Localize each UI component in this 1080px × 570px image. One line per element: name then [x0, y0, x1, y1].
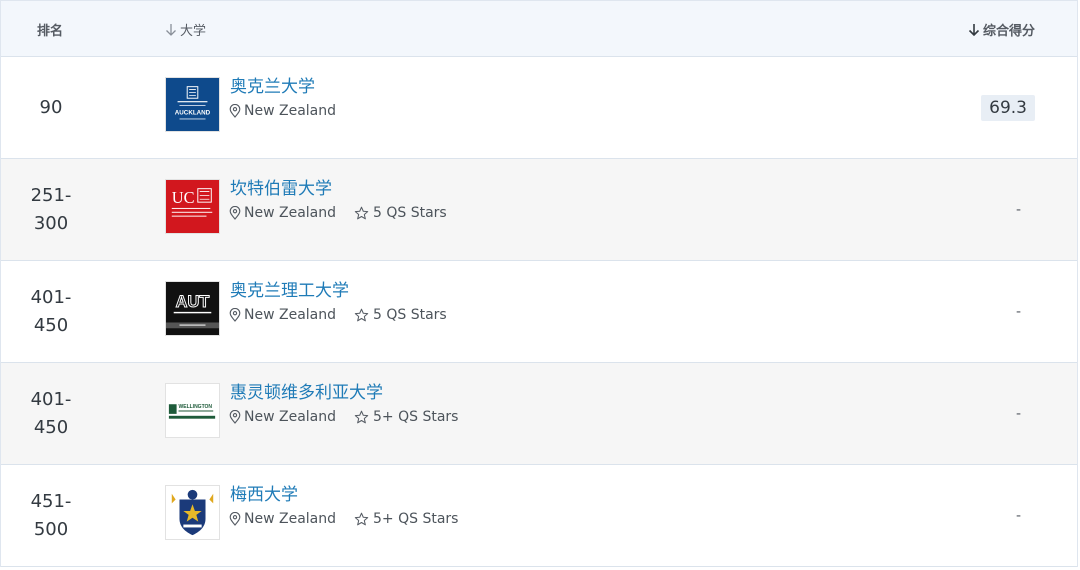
star-outline-icon — [354, 512, 369, 525]
wellington-logo-icon: WELLINGTON — [166, 384, 219, 437]
overall-score: - — [1015, 201, 1021, 218]
overall-score: - — [1015, 303, 1021, 320]
table-row: 451- 500 梅西大学 New Zealand 5+ QS Stars - — [1, 465, 1077, 567]
university-column-header[interactable]: 大学 — [165, 20, 206, 39]
country-label: New Zealand — [244, 307, 336, 323]
university-of-auckland-logo[interactable]: AUCKLAND — [165, 77, 220, 132]
star-outline-icon — [354, 410, 369, 423]
svg-text:AUCKLAND: AUCKLAND — [175, 110, 211, 117]
qs-stars-label: 5 QS Stars — [373, 307, 447, 323]
table-row: 401- 450 AUT 奥克兰理工大学 New Zealand 5 QS St… — [1, 261, 1077, 363]
rank-value: 251- 300 — [30, 184, 72, 234]
university-meta: New Zealand 5 QS Stars — [229, 307, 447, 323]
country-label: New Zealand — [244, 205, 336, 221]
university-name-link[interactable]: 梅西大学 — [230, 480, 298, 505]
victoria-university-of-wellington-logo[interactable]: WELLINGTON — [165, 383, 220, 438]
country-label: New Zealand — [244, 511, 336, 527]
rank-column-header[interactable]: 排名 — [37, 20, 63, 39]
university-name-link[interactable]: 惠灵顿维多利亚大学 — [230, 378, 383, 403]
table-row: 401- 450 WELLINGTON 惠灵顿维多利亚大学 New Zealan… — [1, 363, 1077, 465]
score-column-header[interactable]: 综合得分 — [968, 20, 1035, 39]
aut-logo-icon: AUT — [166, 282, 219, 335]
auckland-crest-icon: AUCKLAND — [166, 78, 219, 131]
svg-text:AUT: AUT — [176, 293, 210, 311]
aut-university-logo[interactable]: AUT — [165, 281, 220, 336]
location-pin-icon — [229, 206, 241, 220]
location-pin-icon — [229, 104, 241, 118]
score-badge: 69.3 — [981, 94, 1035, 121]
overall-score: 69.3 — [981, 57, 1035, 158]
massey-crest-icon — [166, 486, 219, 539]
star-outline-icon — [354, 206, 369, 219]
country-label: New Zealand — [244, 103, 336, 119]
table-header: 排名 大学 综合得分 — [1, 1, 1077, 57]
country-label: New Zealand — [244, 409, 336, 425]
location-pin-icon — [229, 410, 241, 424]
overall-score: - — [1015, 405, 1021, 422]
university-meta: New Zealand 5 QS Stars — [229, 205, 447, 221]
rankings-table: 排名 大学 综合得分 90 AUCKLAND 奥克兰大学 New Zealand… — [0, 0, 1078, 567]
svg-text:UC: UC — [172, 188, 195, 207]
university-meta: New Zealand — [229, 103, 336, 119]
rank-value: 451- 500 — [30, 490, 72, 540]
rank-value: 401- 450 — [30, 388, 72, 438]
university-of-canterbury-logo[interactable]: UC — [165, 179, 220, 234]
svg-text:WELLINGTON: WELLINGTON — [179, 404, 213, 410]
table-row: 90 AUCKLAND 奥克兰大学 New Zealand 69.3 — [1, 57, 1077, 159]
sort-arrow-down-icon — [968, 23, 980, 36]
table-row: 251- 300 UC 坎特伯雷大学 New Zealand 5 QS Star… — [1, 159, 1077, 261]
overall-score: - — [1015, 507, 1021, 524]
location-pin-icon — [229, 308, 241, 322]
rank-value: 401- 450 — [30, 286, 72, 336]
qs-stars-label: 5+ QS Stars — [373, 511, 459, 527]
massey-university-logo[interactable] — [165, 485, 220, 540]
university-name-link[interactable]: 坎特伯雷大学 — [230, 174, 332, 199]
sort-arrow-down-icon — [166, 23, 176, 36]
canterbury-crest-icon: UC — [166, 180, 219, 233]
university-column-label: 大学 — [180, 24, 207, 39]
university-meta: New Zealand 5+ QS Stars — [229, 511, 458, 527]
score-column-label: 综合得分 — [982, 24, 1035, 39]
location-pin-icon — [229, 512, 241, 526]
university-meta: New Zealand 5+ QS Stars — [229, 409, 458, 425]
qs-stars-label: 5 QS Stars — [373, 205, 447, 221]
star-outline-icon — [354, 308, 369, 321]
university-name-link[interactable]: 奥克兰大学 — [230, 72, 315, 97]
rank-value: 90 — [39, 96, 63, 118]
qs-stars-label: 5+ QS Stars — [373, 409, 459, 425]
university-name-link[interactable]: 奥克兰理工大学 — [230, 276, 349, 301]
